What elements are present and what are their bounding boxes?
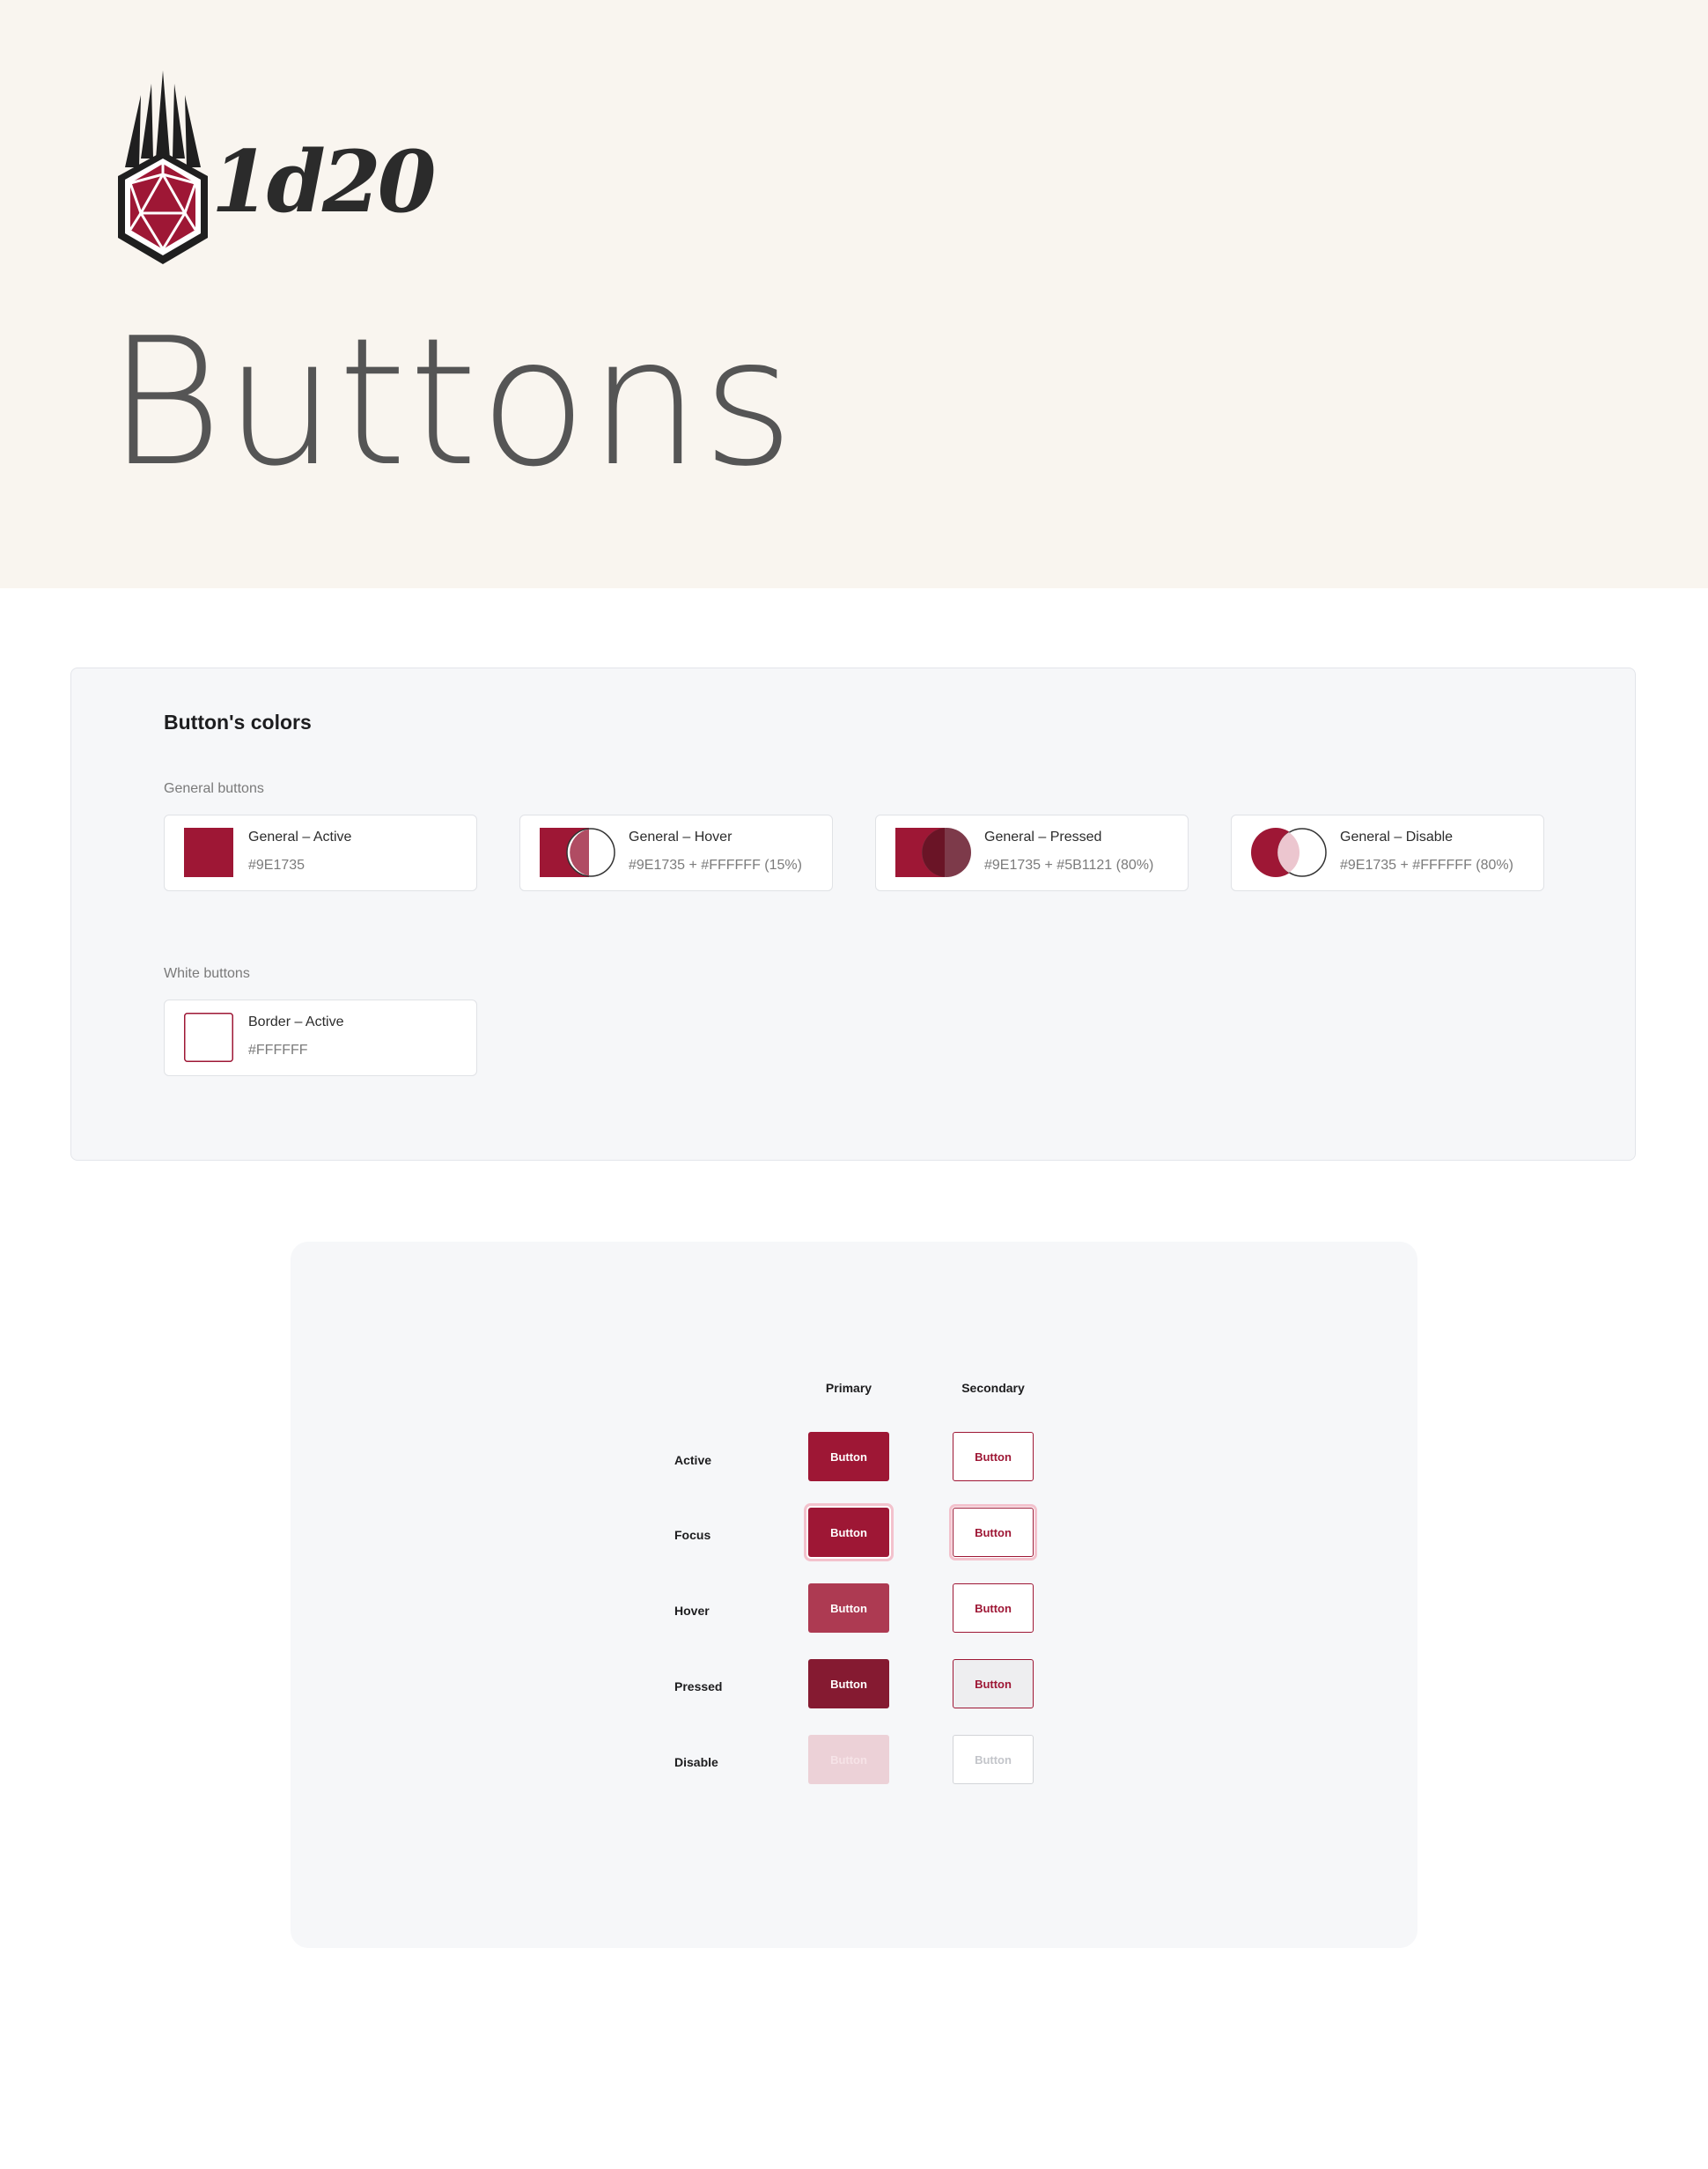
row-label-active: Active xyxy=(674,1453,712,1467)
color-card-value: #FFFFFF xyxy=(248,1043,308,1058)
color-card-value: #9E1735 xyxy=(248,858,306,873)
color-card-general-disable: General – Disable #9E1735 + #FFFFFF (80%… xyxy=(1231,815,1544,891)
color-card-title: General – Disable xyxy=(1340,830,1454,845)
color-card-value: #9E1735 + #FFFFFF (80%) xyxy=(1340,858,1513,873)
color-card-title: General – Pressed xyxy=(984,830,1102,845)
color-card-border-active: Border – Active #FFFFFF xyxy=(164,1000,477,1076)
pressed-blend-swatch-icon xyxy=(895,828,971,877)
primary-button-active[interactable]: Button xyxy=(808,1432,889,1481)
primary-button-hover[interactable]: Button xyxy=(808,1583,889,1633)
solid-swatch-icon xyxy=(184,828,233,877)
row-label-focus: Focus xyxy=(674,1528,711,1542)
secondary-button-active[interactable]: Button xyxy=(953,1432,1034,1481)
general-buttons-label: General buttons xyxy=(164,781,264,796)
primary-button-focus[interactable]: Button xyxy=(808,1508,889,1557)
secondary-button-disable: Button xyxy=(953,1735,1034,1784)
general-swatch-row: General – Active #9E1735 General – Hover… xyxy=(164,815,1544,891)
page-title: Buttons xyxy=(107,300,796,505)
color-card-title: General – Active xyxy=(248,830,352,845)
row-label-hover: Hover xyxy=(674,1604,710,1618)
secondary-button-hover[interactable]: Button xyxy=(953,1583,1034,1633)
row-label-pressed: Pressed xyxy=(674,1679,723,1693)
primary-button-disable: Button xyxy=(808,1735,889,1784)
color-card-value: #9E1735 + #FFFFFF (15%) xyxy=(629,858,802,873)
disable-blend-swatch-icon xyxy=(1251,828,1327,877)
hero-header: 1d20 Buttons xyxy=(0,0,1708,588)
white-buttons-label: White buttons xyxy=(164,966,250,981)
button-states-panel: Primary Secondary Active Focus Hover Pre… xyxy=(291,1242,1417,1948)
color-card-title: Border – Active xyxy=(248,1014,344,1029)
column-header-primary: Primary xyxy=(825,1381,872,1395)
secondary-button-focus[interactable]: Button xyxy=(953,1508,1034,1557)
column-header-secondary: Secondary xyxy=(961,1381,1025,1395)
color-card-title: General – Hover xyxy=(629,830,733,845)
hover-blend-swatch-icon xyxy=(540,828,615,877)
section-title: Button's colors xyxy=(164,711,312,734)
primary-button-pressed[interactable]: Button xyxy=(808,1659,889,1708)
color-card-general-pressed: General – Pressed #9E1735 + #5B1121 (80%… xyxy=(875,815,1189,891)
border-swatch-icon xyxy=(184,1013,233,1062)
logo-wordmark: 1d20 xyxy=(211,132,437,232)
row-label-disable: Disable xyxy=(674,1755,718,1769)
color-card-value: #9E1735 + #5B1121 (80%) xyxy=(984,858,1154,873)
color-card-general-hover: General – Hover #9E1735 + #FFFFFF (15%) xyxy=(519,815,833,891)
secondary-button-pressed[interactable]: Button xyxy=(953,1659,1034,1708)
color-card-general-active: General – Active #9E1735 xyxy=(164,815,477,891)
white-swatch-row: Border – Active #FFFFFF xyxy=(164,1000,477,1076)
button-colors-panel: Button's colors General buttons General … xyxy=(70,668,1636,1161)
brand-logo: 1d20 xyxy=(114,70,437,273)
